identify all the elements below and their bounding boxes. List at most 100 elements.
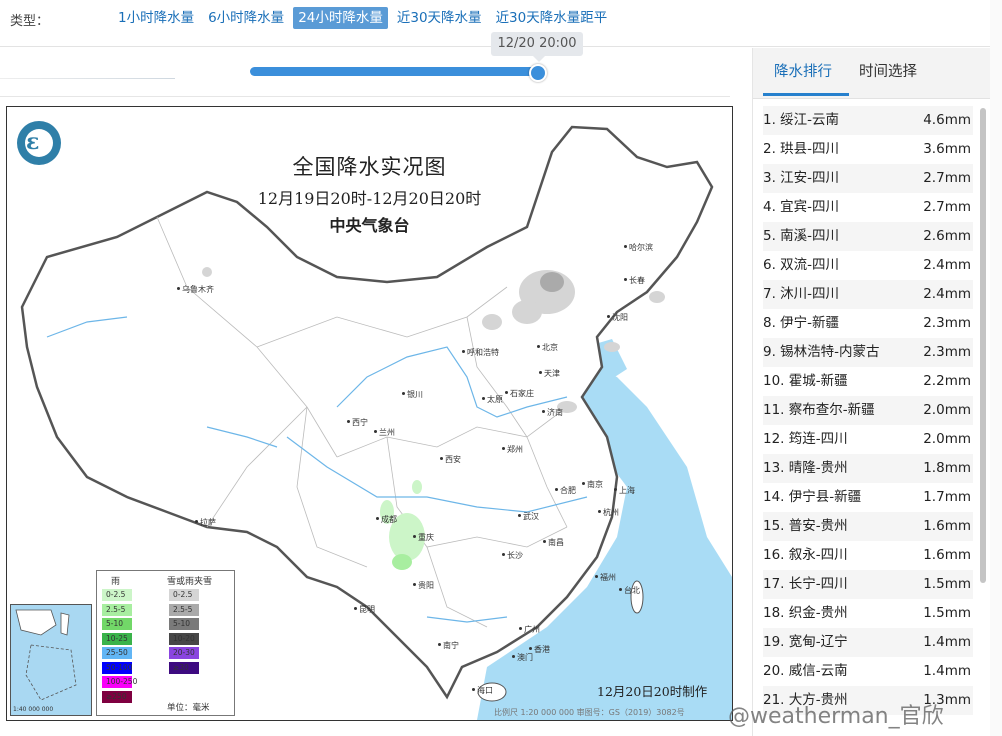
city-label: 广州 (519, 625, 540, 634)
ranking-row[interactable]: 1. 绥江-云南 4.6mm (763, 106, 973, 135)
map-made-time: 12月20日20时制作 (597, 684, 708, 699)
ranking-row[interactable]: 15. 普安-贵州 1.6mm (763, 512, 973, 541)
city-label: 太原 (482, 395, 503, 404)
panel-tabs: 降水排行 时间选择 (753, 48, 991, 99)
legend-label: 2.5-5 (106, 604, 126, 614)
ranking-row[interactable]: 11. 察布查尔-新疆 2.0mm (763, 396, 973, 425)
legend-label: 100-250 (106, 677, 138, 686)
type-label: 类型： (10, 14, 50, 29)
ranking-value: 1.5mm (923, 576, 971, 592)
type-tab-24h[interactable]: 24小时降水量 (293, 7, 388, 29)
legend-label: 5-10 (173, 619, 191, 628)
ranking-row[interactable]: 7. 沐川-四川 2.4mm (763, 280, 973, 309)
city-label: 兰州 (374, 428, 395, 437)
legend-label: 0-2.5 (106, 590, 126, 599)
ranking-value: 4.6mm (923, 112, 971, 128)
city-label: 西宁 (347, 418, 368, 427)
ranking-row[interactable]: 4. 宜宾-四川 2.7mm (763, 193, 973, 222)
ranking-list: 1. 绥江-云南 4.6mm 2. 珙县-四川 3.6mm 3. 江安-四川 2.7mm 4… (763, 106, 973, 715)
ranking-scrollbar[interactable] (980, 108, 986, 583)
type-tab-30d-anomaly[interactable]: 近30天降水量距平 (491, 7, 613, 29)
time-tooltip: 12/20 20:00 (491, 32, 583, 62)
ranking-row[interactable]: 16. 叙永-四川 1.6mm (763, 541, 973, 570)
city-label: 成都 (376, 515, 397, 524)
type-tabs: 1小时降水量 6小时降水量 24小时降水量 近30天降水量 近30天降水量距平 (113, 7, 612, 29)
ranking-row[interactable]: 10. 霍城-新疆 2.2mm (763, 367, 973, 396)
city-label: 重庆 (413, 533, 434, 542)
ranking-value: 1.4mm (923, 663, 971, 679)
map-top-divider (0, 96, 730, 97)
legend-label: 50-100 (106, 662, 133, 672)
ranking-row[interactable]: 13. 晴隆-贵州 1.8mm (763, 454, 973, 483)
ranking-station: 12. 筠连-四川 (763, 431, 848, 447)
ranking-row[interactable]: 20. 威信-云南 1.4mm (763, 657, 973, 686)
legend-label: 0-2.5 (173, 590, 193, 599)
ranking-row[interactable]: 9. 锡林浩特-内蒙古 2.3mm (763, 338, 973, 367)
legend-snow-header: 雪或雨夹雪 (167, 577, 213, 587)
ranking-row[interactable]: 14. 伊宁县-新疆 1.7mm (763, 483, 973, 512)
ranking-station: 11. 察布查尔-新疆 (763, 402, 875, 418)
city-label: 南昌 (543, 538, 564, 547)
ranking-row[interactable]: 5. 南溪-四川 2.6mm (763, 222, 973, 251)
type-tab-1h[interactable]: 1小时降水量 (113, 7, 199, 29)
cma-logo-mark: ε (26, 129, 40, 155)
ranking-value: 1.5mm (923, 605, 971, 621)
inset-scale: 1:40 000 000 (13, 706, 54, 713)
city-label: 石家庄 (505, 389, 534, 398)
city-label: 上海 (614, 486, 635, 495)
tab-active-underline (763, 93, 849, 96)
ranking-value: 2.7mm (923, 199, 971, 215)
city-label: 哈尔滨 (624, 243, 653, 252)
ranking-value: 2.2mm (923, 373, 971, 389)
ranking-station: 17. 长宁-四川 (763, 576, 848, 592)
ranking-station: 16. 叙永-四川 (763, 547, 848, 563)
city-label: 福州 (595, 573, 616, 582)
type-tab-30d[interactable]: 近30天降水量 (392, 7, 487, 29)
inset-svg (15, 609, 77, 701)
map-legend: 雨 雪或雨夹雪 0-2.5 2.5-5 5-10 10-25 25-50 50-100 10… (96, 570, 235, 716)
ranking-station: 8. 伊宁-新疆 (763, 315, 840, 331)
ranking-station: 1. 绥江-云南 (763, 112, 840, 128)
city-label: 长春 (624, 276, 645, 285)
ranking-value: 3.6mm (923, 141, 971, 157)
page-right-edge (990, 0, 1002, 736)
city-label: 北京 (537, 343, 558, 352)
tab-precip-ranking[interactable]: 降水排行 (774, 60, 832, 81)
ranking-station: 7. 沐川-四川 (763, 286, 840, 302)
ranking-row[interactable]: 17. 长宁-四川 1.5mm (763, 570, 973, 599)
city-label: 杭州 (598, 508, 619, 517)
ranking-station: 15. 普安-贵州 (763, 518, 848, 534)
time-slider-handle[interactable] (529, 64, 547, 82)
city-label: 郑州 (502, 445, 523, 454)
ranking-row[interactable]: 3. 江安-四川 2.7mm (763, 164, 973, 193)
city-label: 贵阳 (413, 581, 434, 590)
city-label: 武汉 (518, 512, 539, 521)
timeline-fade-line (0, 78, 175, 79)
ranking-value: 2.4mm (923, 257, 971, 273)
ranking-value: 1.4mm (923, 634, 971, 650)
legend-rain-header: 雨 (111, 577, 121, 587)
ranking-row[interactable]: 12. 筠连-四川 2.0mm (763, 425, 973, 454)
city-label: 济南 (542, 408, 563, 417)
legend-label: 5-10 (106, 619, 124, 628)
city-label: 昆明 (354, 605, 375, 614)
legend-unit: 单位：毫米 (167, 703, 210, 713)
ranking-station: 10. 霍城-新疆 (763, 373, 848, 389)
ranking-row[interactable]: 18. 织金-贵州 1.5mm (763, 599, 973, 628)
ranking-station: 18. 织金-贵州 (763, 605, 848, 621)
type-tab-6h[interactable]: 6小时降水量 (203, 7, 289, 29)
south-sea-inset: 1:40 000 000 (10, 604, 92, 716)
tab-time-select[interactable]: 时间选择 (859, 60, 917, 81)
time-slider-track[interactable] (250, 67, 538, 76)
ranking-value: 2.7mm (923, 170, 971, 186)
ranking-row[interactable]: 6. 双流-四川 2.4mm (763, 251, 973, 280)
ranking-row[interactable]: 8. 伊宁-新疆 2.3mm (763, 309, 973, 338)
ranking-row[interactable]: 2. 珙县-四川 3.6mm (763, 135, 973, 164)
city-label: 海口 (472, 686, 493, 695)
ranking-value: 1.6mm (923, 547, 971, 563)
city-label: 南宁 (438, 641, 459, 650)
watermark: @weatherman_官欣 (728, 704, 944, 729)
legend-label: 20-30 (173, 648, 195, 657)
ranking-value: 2.3mm (923, 344, 971, 360)
ranking-row[interactable]: 19. 宽甸-辽宁 1.4mm (763, 628, 973, 657)
